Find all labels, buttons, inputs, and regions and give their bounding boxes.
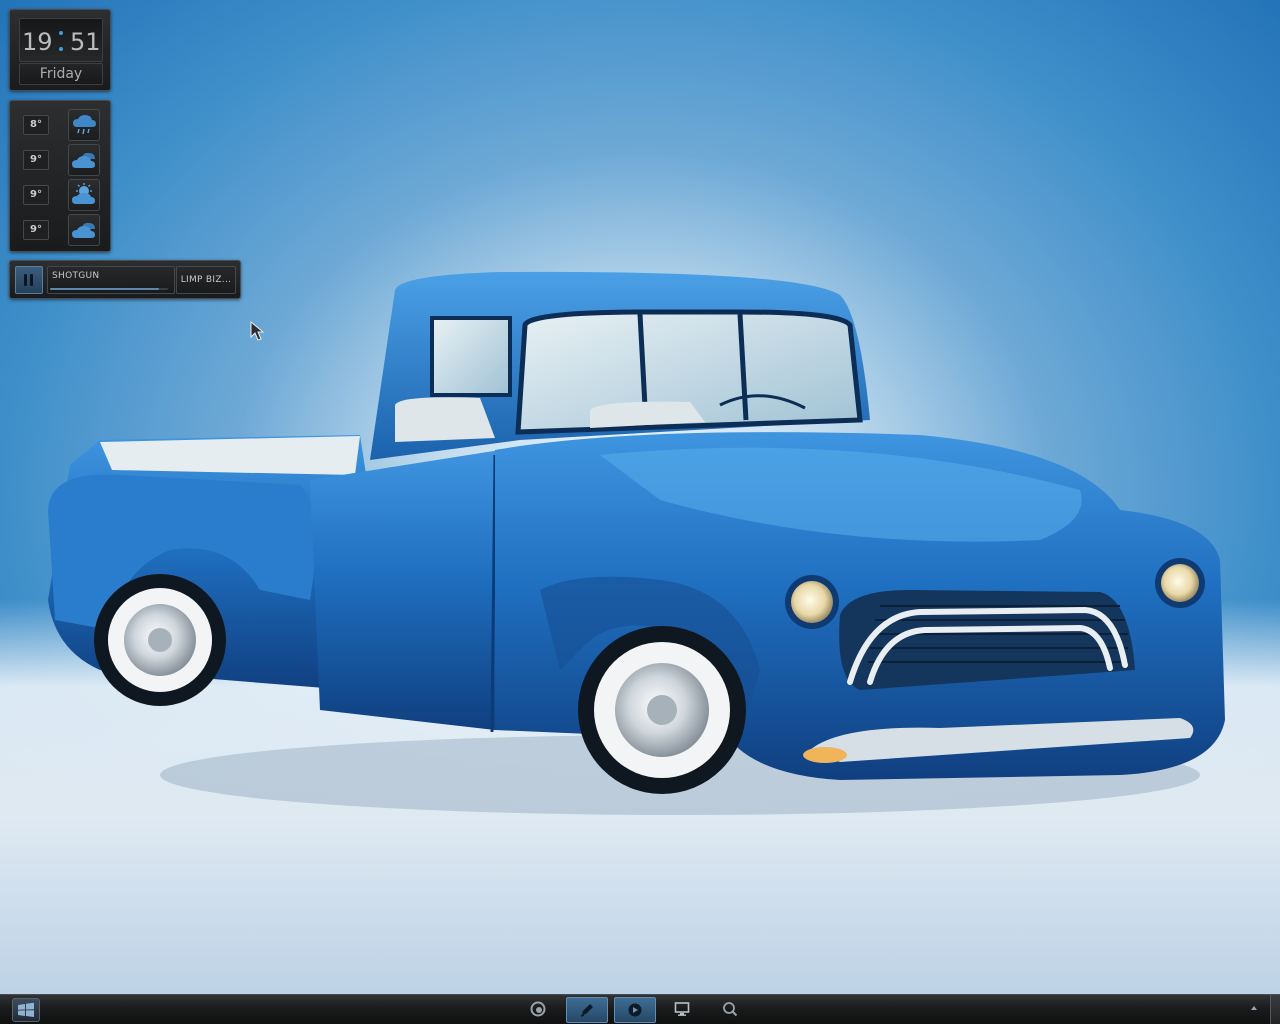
- cloudy-icon: [68, 214, 100, 246]
- media-player-widget[interactable]: SHOTGUN LIMP BIZ...: [9, 260, 241, 299]
- taskbar-monitor-button[interactable]: [662, 997, 702, 1021]
- cloudy-icon: [68, 144, 100, 176]
- track-title: SHOTGUN: [52, 271, 100, 281]
- taskbar-search-button[interactable]: [710, 997, 750, 1021]
- browser-icon: [530, 1001, 546, 1017]
- pen-icon: [580, 1004, 593, 1017]
- track-display[interactable]: SHOTGUN: [47, 266, 175, 294]
- taskbar-media-button[interactable]: [614, 997, 656, 1023]
- track-progress-bar[interactable]: [50, 288, 168, 290]
- partly-sunny-icon: [68, 179, 100, 211]
- weather-temp: 9°: [23, 185, 49, 205]
- rain-cloud-icon: [68, 109, 100, 141]
- track-progress-fill: [50, 288, 159, 290]
- clock-minute: 51: [70, 28, 101, 56]
- artist-label[interactable]: LIMP BIZ...: [176, 266, 236, 294]
- weather-temp: 9°: [23, 150, 49, 170]
- show-desktop-button[interactable]: [1270, 995, 1280, 1024]
- windows-logo-icon: [18, 1002, 34, 1017]
- monitor-icon: [674, 1002, 690, 1016]
- mouse-cursor-icon: [250, 321, 265, 341]
- media-player-icon: [628, 1003, 642, 1017]
- search-icon: [723, 1002, 738, 1017]
- weather-temp: 8°: [23, 115, 49, 135]
- weather-row: 8°: [10, 108, 110, 141]
- start-button[interactable]: [12, 998, 40, 1022]
- clock-widget[interactable]: 19 51 Friday: [9, 9, 111, 91]
- taskbar-browser-button[interactable]: [518, 997, 558, 1021]
- pause-button[interactable]: [15, 266, 43, 294]
- wallpaper-truck: [48, 271, 1225, 815]
- weather-row: 9°: [10, 143, 110, 176]
- clock-hour: 19: [22, 28, 53, 56]
- pause-icon: [24, 274, 27, 286]
- clock-colon: [59, 31, 63, 53]
- weather-temp: 9°: [23, 220, 49, 240]
- tray-arrow-icon[interactable]: [1249, 1003, 1259, 1013]
- clock-day: Friday: [19, 63, 103, 85]
- weather-row: 9°: [10, 178, 110, 211]
- clock-digits: 19 51: [19, 18, 103, 62]
- taskbar: [0, 994, 1280, 1024]
- weather-row: 9°: [10, 213, 110, 246]
- taskbar-pen-button[interactable]: [566, 997, 608, 1023]
- weather-widget[interactable]: 8° 9° 9° 9°: [9, 100, 111, 252]
